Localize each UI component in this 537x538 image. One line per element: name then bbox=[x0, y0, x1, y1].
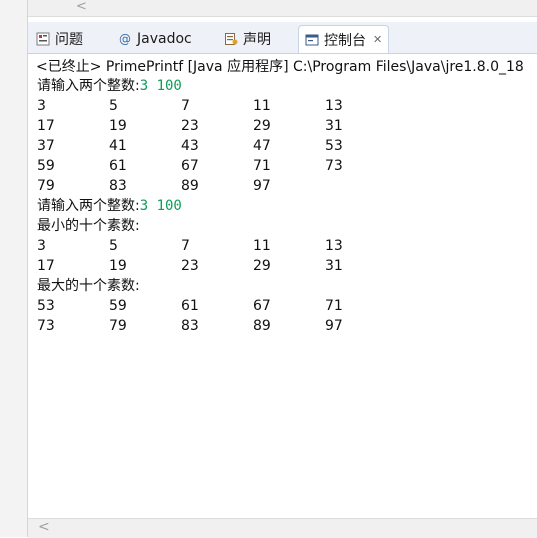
prime-value: 83 bbox=[109, 178, 127, 194]
scroll-left-arrow-icon[interactable]: < bbox=[38, 519, 50, 535]
prime-value: 67 bbox=[253, 298, 271, 314]
prime-value: 71 bbox=[325, 298, 343, 314]
prime-value: 41 bbox=[109, 138, 127, 154]
tab-problems[interactable]: 问题 bbox=[30, 25, 89, 52]
prime-value: 23 bbox=[181, 258, 199, 274]
user-input-text: 3 100 bbox=[139, 198, 182, 214]
prime-value: 31 bbox=[325, 258, 343, 274]
javadoc-icon: @ bbox=[119, 31, 131, 46]
prime-value: 17 bbox=[37, 258, 55, 274]
prime-value: 23 bbox=[181, 118, 199, 134]
prime-value: 47 bbox=[253, 138, 271, 154]
prime-value: 43 bbox=[181, 138, 199, 154]
largest-primes-label: 最大的十个素数: bbox=[37, 278, 140, 294]
prime-value: 73 bbox=[37, 318, 55, 334]
tab-label: 问题 bbox=[55, 31, 83, 48]
prime-value: 97 bbox=[325, 318, 343, 334]
prime-value: 29 bbox=[253, 258, 271, 274]
prime-value: 89 bbox=[181, 178, 199, 194]
prime-value: 11 bbox=[253, 238, 271, 254]
smallest-primes-label: 最小的十个素数: bbox=[37, 218, 140, 234]
prime-value: 89 bbox=[253, 318, 271, 334]
prime-value: 97 bbox=[253, 178, 271, 194]
prompt-text: 请输入两个整数: bbox=[37, 78, 140, 94]
tab-console[interactable]: 控制台 ✕ bbox=[298, 25, 390, 53]
prime-value: 83 bbox=[181, 318, 199, 334]
prime-value: 13 bbox=[325, 238, 343, 254]
prime-value: 79 bbox=[37, 178, 55, 194]
console-horizontal-scrollbar[interactable]: < bbox=[28, 518, 537, 538]
view-tab-bar: 问题 @ Javadoc 声明 控制台 ✕ bbox=[28, 22, 537, 54]
console-output[interactable]: <已终止> PrimePrintf [Java 应用程序] C:\Program… bbox=[28, 54, 537, 518]
prime-value: 13 bbox=[325, 98, 343, 114]
console-process-title: <已终止> PrimePrintf [Java 应用程序] C:\Program… bbox=[36, 59, 524, 75]
user-input-text: 3 100 bbox=[139, 78, 182, 94]
tab-declaration[interactable]: 声明 bbox=[218, 25, 277, 52]
prime-value: 37 bbox=[37, 138, 55, 154]
prime-value: 5 bbox=[109, 238, 118, 254]
prime-value: 7 bbox=[181, 238, 190, 254]
declaration-icon bbox=[224, 32, 238, 46]
prime-value: 53 bbox=[37, 298, 55, 314]
prime-value: 11 bbox=[253, 98, 271, 114]
prime-value: 61 bbox=[109, 158, 127, 174]
prime-value: 3 bbox=[37, 98, 46, 114]
prime-value: 79 bbox=[109, 318, 127, 334]
prime-value: 5 bbox=[109, 98, 118, 114]
prime-value: 59 bbox=[109, 298, 127, 314]
prime-value: 31 bbox=[325, 118, 343, 134]
prime-value: 19 bbox=[109, 118, 127, 134]
left-gutter bbox=[0, 0, 28, 537]
prime-value: 53 bbox=[325, 138, 343, 154]
prime-value: 73 bbox=[325, 158, 343, 174]
tab-label: 控制台 bbox=[324, 32, 366, 49]
prime-value: 7 bbox=[181, 98, 190, 114]
prime-value: 29 bbox=[253, 118, 271, 134]
prime-value: 59 bbox=[37, 158, 55, 174]
tab-label: Javadoc bbox=[137, 30, 192, 47]
close-icon[interactable]: ✕ bbox=[373, 33, 382, 46]
tab-javadoc[interactable]: @ Javadoc bbox=[112, 25, 198, 52]
prompt-text: 请输入两个整数: bbox=[37, 198, 140, 214]
prime-value: 19 bbox=[109, 258, 127, 274]
console-icon bbox=[305, 33, 319, 47]
prime-value: 3 bbox=[37, 238, 46, 254]
scroll-left-arrow-icon[interactable]: < bbox=[76, 0, 87, 14]
console-prompt-line: 请输入两个整数:3 100 bbox=[37, 196, 182, 216]
problems-icon bbox=[36, 32, 50, 46]
tab-label: 声明 bbox=[243, 31, 271, 48]
prime-value: 71 bbox=[253, 158, 271, 174]
prime-value: 67 bbox=[181, 158, 199, 174]
editor-horizontal-scrollbar[interactable]: < bbox=[28, 0, 537, 17]
prime-value: 17 bbox=[37, 118, 55, 134]
console-prompt-line: 请输入两个整数:3 100 bbox=[37, 76, 182, 96]
prime-value: 61 bbox=[181, 298, 199, 314]
